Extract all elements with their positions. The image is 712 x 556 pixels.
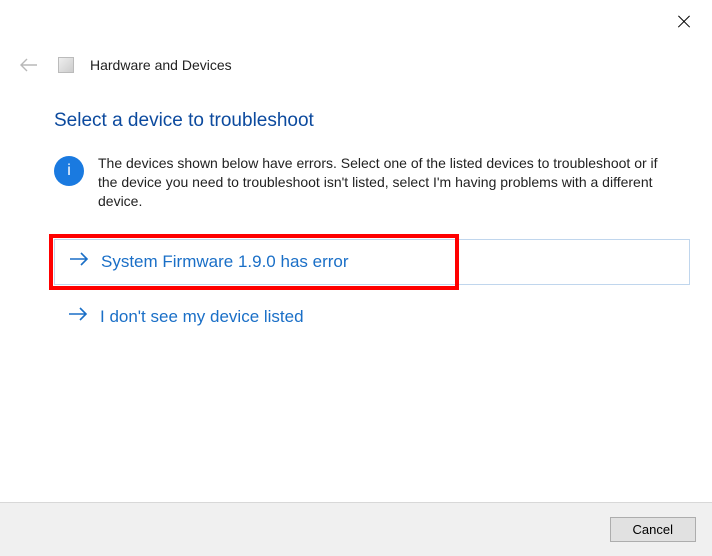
info-section: i The devices shown below have errors. S… <box>54 154 690 211</box>
arrow-right-icon <box>68 307 88 326</box>
arrow-right-icon <box>69 252 89 271</box>
footer: Cancel <box>0 502 712 556</box>
page-heading: Select a device to troubleshoot <box>54 110 690 132</box>
option-label: System Firmware 1.9.0 has error <box>101 252 349 272</box>
hardware-devices-icon <box>58 57 74 73</box>
option-label: I don't see my device listed <box>100 307 304 327</box>
back-arrow-icon <box>20 56 38 74</box>
window-title: Hardware and Devices <box>90 57 232 73</box>
device-option-not-listed[interactable]: I don't see my device listed <box>54 295 690 339</box>
info-icon: i <box>54 156 84 186</box>
close-button[interactable] <box>676 14 692 30</box>
device-option-firmware[interactable]: System Firmware 1.9.0 has error <box>54 239 690 285</box>
cancel-button[interactable]: Cancel <box>610 517 696 542</box>
header: Hardware and Devices <box>20 56 232 74</box>
info-text: The devices shown below have errors. Sel… <box>98 154 690 211</box>
